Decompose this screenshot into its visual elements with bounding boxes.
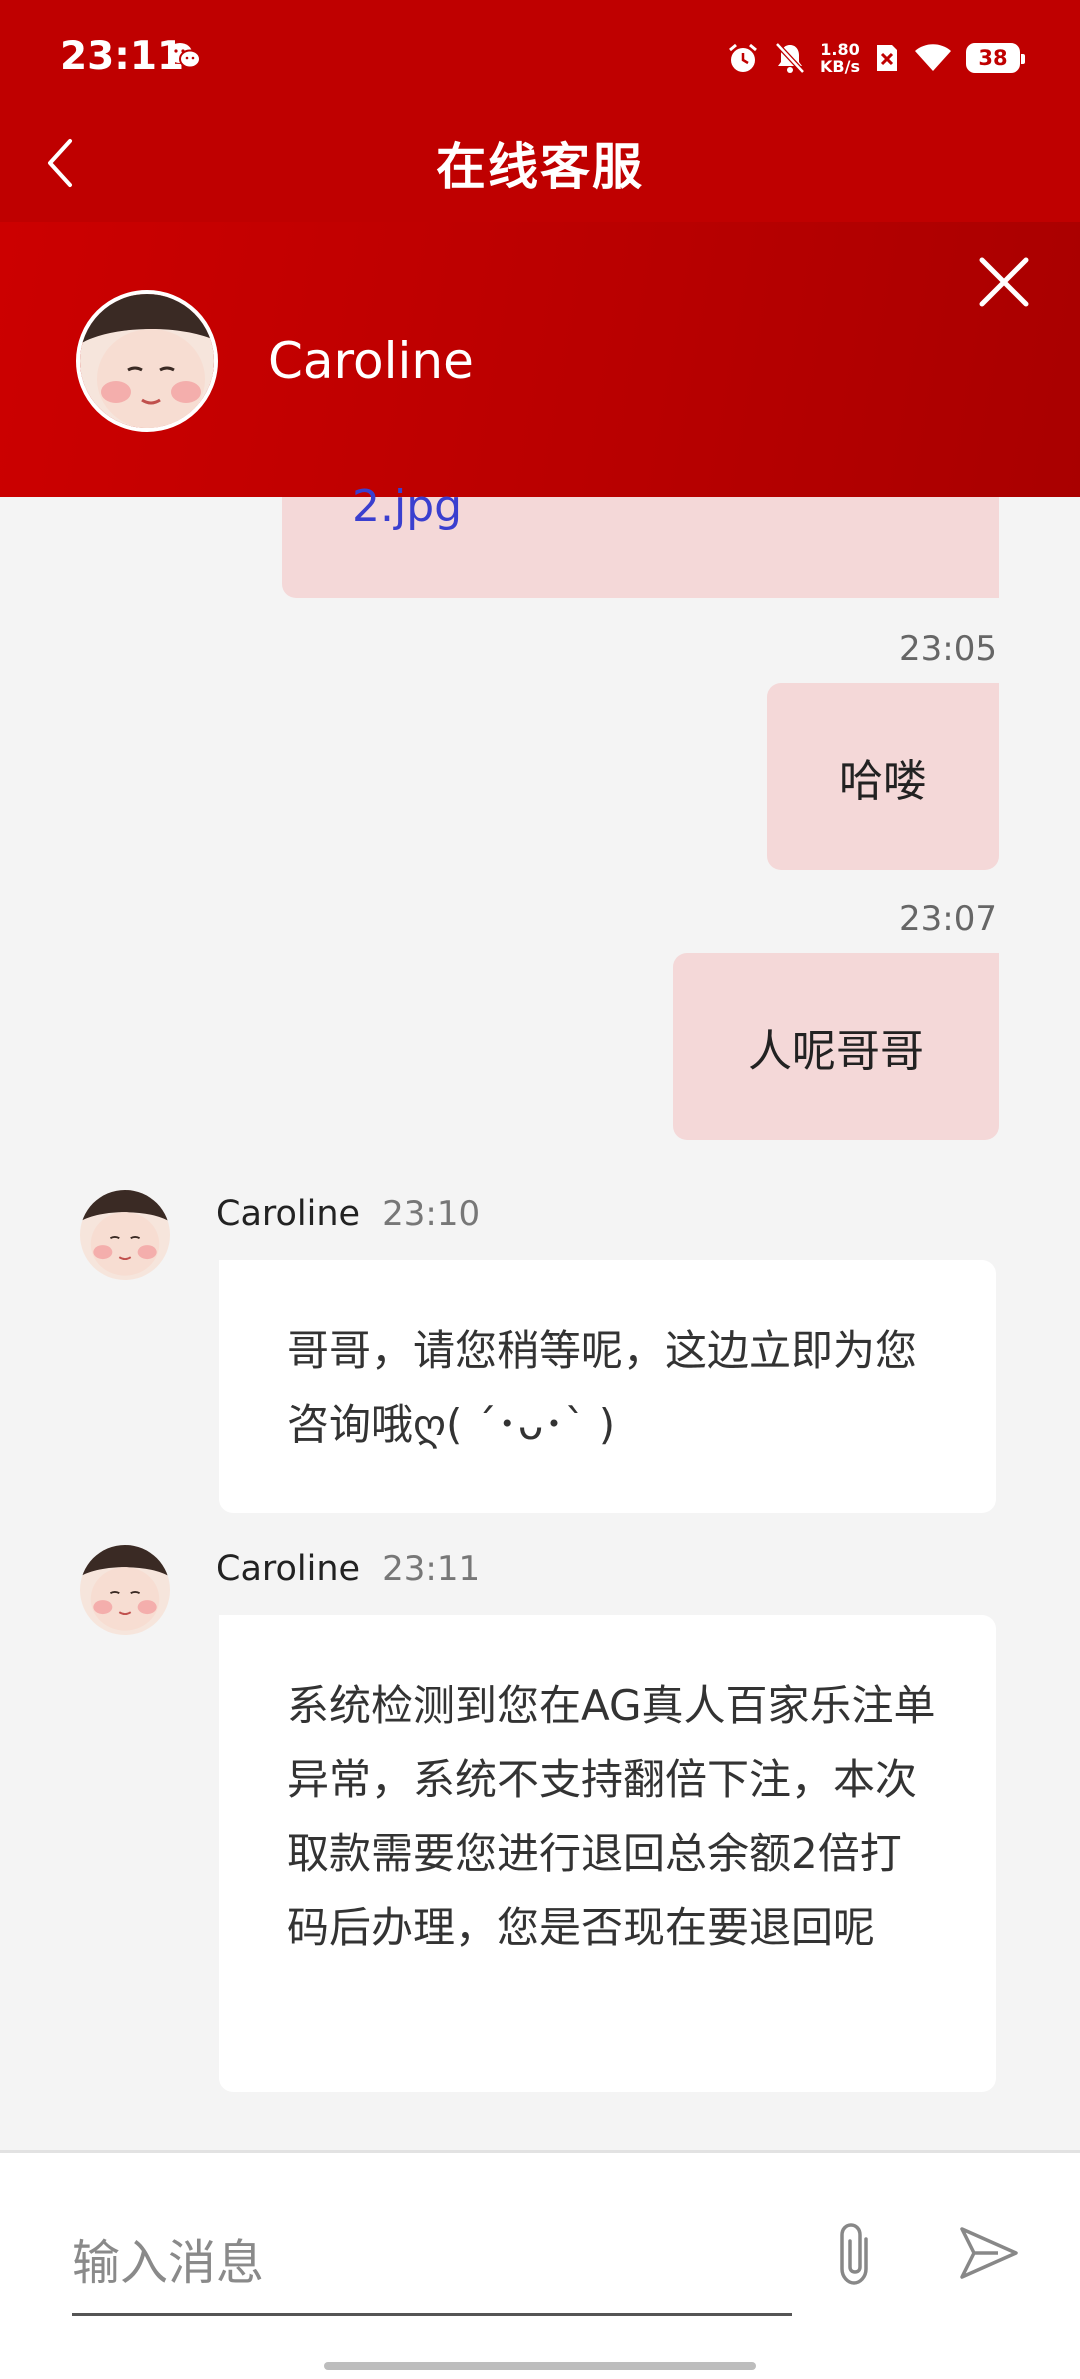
baby-face-image [80, 1545, 170, 1635]
alarm-icon [729, 43, 757, 72]
header: 23:11 1.80 KB/s 38 在线客服 [0, 0, 1080, 222]
chat-area[interactable]: 2.jpg 23:05 哈喽 23:07 人呢哥哥 Caroline 23:10 … [0, 481, 1080, 2150]
message-time: 23:05 [899, 629, 997, 669]
home-indicator[interactable] [324, 2362, 756, 2370]
nav-bar: 在线客服 [0, 115, 1080, 220]
paperclip-icon[interactable] [832, 2219, 880, 2289]
sender-line: Caroline 23:10 [216, 1194, 480, 1234]
sender-line: Caroline 23:11 [216, 1549, 480, 1589]
wifi-icon [915, 44, 951, 71]
file-message-bubble[interactable]: 2.jpg [282, 481, 999, 598]
incoming-message-bubble[interactable]: 哥哥，请您稍等呢，这边立即为您咨询哦ღ( ´･ᴗ･` ) [219, 1260, 996, 1513]
agent-name: Caroline [268, 332, 474, 390]
sim-off-icon [877, 45, 897, 71]
outgoing-message-bubble[interactable]: 人呢哥哥 [673, 953, 999, 1140]
net-speed-value: 1.80 [820, 40, 860, 59]
sender-name: Caroline [216, 1549, 361, 1589]
agent-avatar [76, 290, 218, 432]
net-speed: 1.80 KB/s [820, 41, 860, 75]
net-speed-unit: KB/s [820, 57, 860, 76]
outgoing-message-bubble[interactable]: 哈喽 [767, 683, 999, 870]
message-input[interactable] [72, 2213, 792, 2316]
agent-avatar [80, 1190, 170, 1280]
message-text: 人呢哥哥 [748, 1025, 924, 1077]
wechat-icon [168, 43, 201, 69]
agent-card: Caroline [0, 222, 1080, 497]
message-time: 23:07 [899, 899, 997, 939]
message-text: 哈喽 [839, 755, 927, 807]
message-time: 23:10 [382, 1194, 481, 1234]
status-icons: 1.80 KB/s 38 [726, 36, 1025, 80]
page-title: 在线客服 [436, 138, 644, 196]
mute-bell-icon [775, 42, 805, 74]
close-icon[interactable] [974, 252, 1034, 312]
message-text: 哥哥，请您稍等呢，这边立即为您咨询哦ღ( ´･ᴗ･` ) [287, 1326, 918, 1449]
file-link[interactable]: 2.jpg [352, 481, 462, 532]
message-text: 系统检测到您在AG真人百家乐注单异常，系统不支持翻倍下注，本次取款需要您进行退回… [287, 1681, 936, 1952]
sender-name: Caroline [216, 1194, 361, 1234]
send-icon[interactable] [958, 2223, 1020, 2283]
battery-indicator: 38 [966, 43, 1025, 73]
incoming-message-bubble[interactable]: 系统检测到您在AG真人百家乐注单异常，系统不支持翻倍下注，本次取款需要您进行退回… [219, 1615, 996, 2092]
message-time: 23:11 [382, 1549, 481, 1589]
baby-face-image [80, 294, 214, 428]
agent-avatar [80, 1545, 170, 1635]
baby-face-image [80, 1190, 170, 1280]
message-composer [0, 2150, 1080, 2379]
battery-level: 38 [978, 46, 1008, 70]
status-bar: 23:11 1.80 KB/s 38 [0, 0, 1080, 115]
